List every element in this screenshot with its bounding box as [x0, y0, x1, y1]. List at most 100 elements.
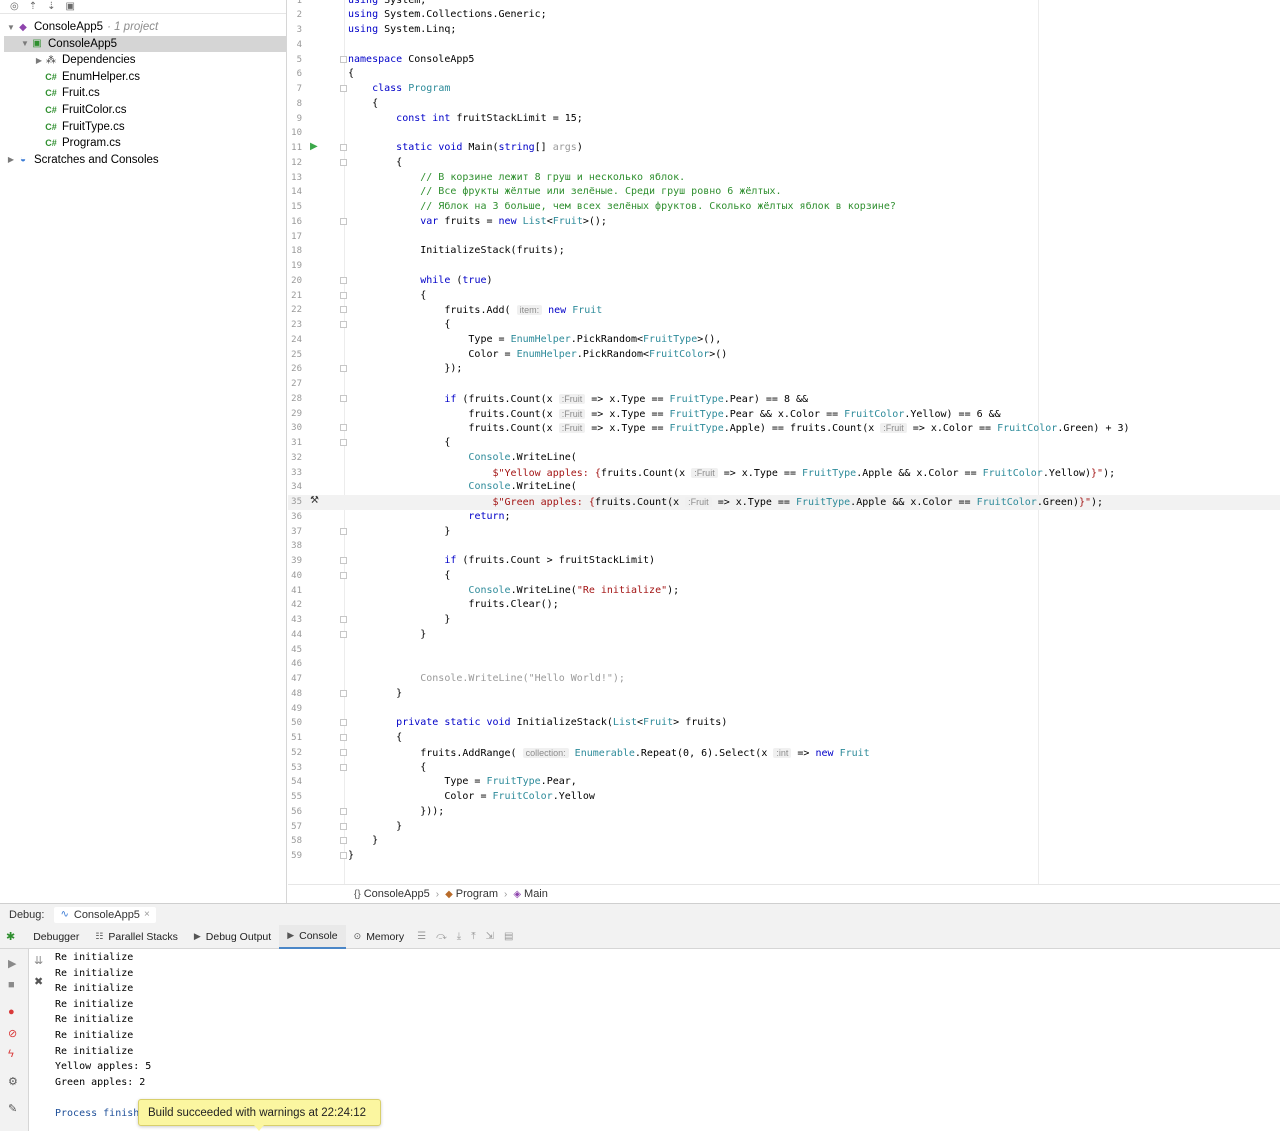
- step-into-icon[interactable]: ⤓: [452, 931, 466, 942]
- fold-marker-icon[interactable]: [340, 852, 347, 859]
- code-line[interactable]: 28 if (fruits.Count(x :Fruit => x.Type =…: [288, 392, 1280, 407]
- debug-session-tab[interactable]: ∿ ConsoleApp5 ×: [54, 906, 156, 923]
- breadcrumb-method[interactable]: ◈ Main: [513, 888, 548, 900]
- code-line[interactable]: 2 using System.Collections.Generic;: [288, 8, 1280, 23]
- tab-debug-output[interactable]: ▶ Debug Output: [186, 925, 279, 949]
- code-line[interactable]: 29 fruits.Count(x :Fruit => x.Type == Fr…: [288, 407, 1280, 422]
- expand-all-icon[interactable]: ⇣: [47, 1, 55, 12]
- fold-marker-icon[interactable]: [340, 689, 347, 697]
- run-icon[interactable]: ▶: [310, 141, 318, 152]
- collapse-arrow-icon[interactable]: ▶: [34, 56, 44, 65]
- tree-item[interactable]: C# FruitColor.cs: [4, 102, 286, 118]
- code-line[interactable]: 12 {: [288, 156, 1280, 171]
- step-over-icon[interactable]: ⤼: [431, 931, 452, 942]
- code-line[interactable]: 18 InitializeStack(fruits);: [288, 244, 1280, 259]
- fold-marker-icon[interactable]: [340, 837, 347, 845]
- code-line[interactable]: 31 {: [288, 436, 1280, 451]
- breakpoints-icon[interactable]: ●: [8, 1006, 15, 1018]
- resume-icon[interactable]: ▶: [8, 957, 16, 970]
- code-line[interactable]: 10: [288, 126, 1280, 141]
- collapse-arrow-icon[interactable]: ▶: [6, 155, 16, 164]
- tree-item[interactable]: ▼ ▣ ConsoleApp5: [4, 35, 286, 52]
- locate-icon[interactable]: ◎: [10, 1, 19, 12]
- code-line[interactable]: 44 }: [288, 628, 1280, 643]
- code-line[interactable]: 20 while (true): [288, 274, 1280, 289]
- code-line[interactable]: 55 Color = FruitColor.Yellow: [288, 790, 1280, 805]
- code-line[interactable]: 4: [288, 38, 1280, 53]
- code-line[interactable]: 46: [288, 657, 1280, 672]
- code-line[interactable]: 32 Console.WriteLine(: [288, 451, 1280, 466]
- tree-item[interactable]: C# EnumHelper.cs: [4, 69, 286, 85]
- breadcrumb-class[interactable]: ◆ Program: [445, 888, 498, 900]
- code-line[interactable]: 3 using System.Linq;: [288, 23, 1280, 38]
- fold-marker-icon[interactable]: [340, 557, 347, 564]
- code-line[interactable]: 8 {: [288, 97, 1280, 112]
- code-line[interactable]: 24 Type = EnumHelper.PickRandom<FruitTyp…: [288, 333, 1280, 348]
- scroll-to-end-icon[interactable]: ⇊: [34, 954, 43, 967]
- code-line[interactable]: 35 ⚒ $"Green apples: {fruits.Count(x :Fru…: [288, 495, 1280, 510]
- code-line[interactable]: 34 Console.WriteLine(: [288, 480, 1280, 495]
- code-line[interactable]: 50 private static void InitializeStack(L…: [288, 716, 1280, 731]
- code-line[interactable]: 54 Type = FruitType.Pear,: [288, 775, 1280, 790]
- code-line[interactable]: 21 {: [288, 289, 1280, 304]
- tree-item[interactable]: C# FruitType.cs: [4, 119, 286, 135]
- code-line[interactable]: 59}: [288, 849, 1280, 864]
- code-line[interactable]: 23 {: [288, 318, 1280, 333]
- fold-marker-icon[interactable]: [340, 306, 347, 314]
- fold-marker-icon[interactable]: [340, 527, 347, 535]
- build-notification[interactable]: Build succeeded with warnings at 22:24:1…: [138, 1099, 381, 1126]
- fold-marker-icon[interactable]: [340, 55, 347, 63]
- run-to-cursor-icon[interactable]: ⇲: [481, 931, 499, 942]
- code-line[interactable]: 33 $"Yellow apples: {fruits.Count(x :Fru…: [288, 466, 1280, 481]
- code-line[interactable]: 37 }: [288, 525, 1280, 540]
- fold-marker-icon[interactable]: [340, 822, 347, 830]
- fold-marker-icon[interactable]: [340, 291, 347, 299]
- fold-marker-icon[interactable]: [340, 719, 347, 727]
- code-line[interactable]: 52 fruits.AddRange( collection: Enumerab…: [288, 746, 1280, 761]
- code-line[interactable]: 13 // В корзине лежит 8 груш и несколько…: [288, 171, 1280, 186]
- fold-marker-icon[interactable]: [340, 616, 347, 623]
- code-line[interactable]: 25 Color = EnumHelper.PickRandom<FruitCo…: [288, 348, 1280, 363]
- code-line[interactable]: 57 }: [288, 820, 1280, 835]
- tab-memory[interactable]: ⊙ Memory: [346, 925, 412, 949]
- layout-icon[interactable]: ☰: [412, 931, 431, 942]
- code-line[interactable]: 9 const int fruitStackLimit = 15;: [288, 112, 1280, 127]
- stop-icon[interactable]: ■: [8, 979, 15, 991]
- code-line[interactable]: 38: [288, 539, 1280, 554]
- hammer-icon[interactable]: ⚒: [310, 495, 319, 506]
- code-line[interactable]: 7 class Program: [288, 82, 1280, 97]
- code-line[interactable]: 15 // Яблок на 3 больше, чем всех зелёны…: [288, 200, 1280, 215]
- fold-marker-icon[interactable]: [340, 807, 347, 815]
- trash-icon[interactable]: ✖: [34, 975, 43, 988]
- code-line[interactable]: 39 if (fruits.Count > fruitStackLimit): [288, 554, 1280, 569]
- tab-parallel-stacks[interactable]: ☷ Parallel Stacks: [87, 925, 186, 949]
- fold-marker-icon[interactable]: [340, 158, 347, 166]
- file-icon[interactable]: ▣: [66, 1, 75, 12]
- tree-item[interactable]: C# Program.cs: [4, 135, 286, 151]
- code-line[interactable]: 6{: [288, 67, 1280, 82]
- code-line[interactable]: 47 Console.WriteLine("Hello World!");: [288, 672, 1280, 687]
- pin-icon[interactable]: ✎: [8, 1102, 17, 1115]
- code-line[interactable]: 11 ▶ static void Main(string[] args): [288, 141, 1280, 156]
- code-line[interactable]: 22 fruits.Add( item: new Fruit: [288, 303, 1280, 318]
- exception-icon[interactable]: ϟ: [8, 1048, 14, 1060]
- code-line[interactable]: 58 }: [288, 834, 1280, 849]
- fold-marker-icon[interactable]: [340, 321, 347, 328]
- fold-marker-icon[interactable]: [340, 144, 347, 151]
- code-line[interactable]: 42 fruits.Clear();: [288, 598, 1280, 613]
- fold-marker-icon[interactable]: [340, 85, 347, 92]
- code-line[interactable]: 19: [288, 259, 1280, 274]
- tab-console[interactable]: ▶ Console: [279, 924, 346, 949]
- code-editor[interactable]: 1 using System; 2 using System.Collections.…: [288, 0, 1280, 884]
- code-line[interactable]: 1 using System;: [288, 0, 1280, 8]
- fold-marker-icon[interactable]: [340, 276, 347, 284]
- tree-item[interactable]: C# Fruit.cs: [4, 85, 286, 101]
- code-line[interactable]: 14 // Все фрукты жёлтые или зелёные. Сре…: [288, 185, 1280, 200]
- tree-item[interactable]: ▶ ◒ Scratches and Consoles: [4, 152, 286, 168]
- fold-marker-icon[interactable]: [340, 217, 347, 225]
- fold-marker-icon[interactable]: [340, 394, 347, 402]
- fold-marker-icon[interactable]: [340, 439, 347, 446]
- code-line[interactable]: 40 {: [288, 569, 1280, 584]
- code-line[interactable]: 53 {: [288, 761, 1280, 776]
- mute-breakpoints-icon[interactable]: ⊘: [8, 1027, 17, 1040]
